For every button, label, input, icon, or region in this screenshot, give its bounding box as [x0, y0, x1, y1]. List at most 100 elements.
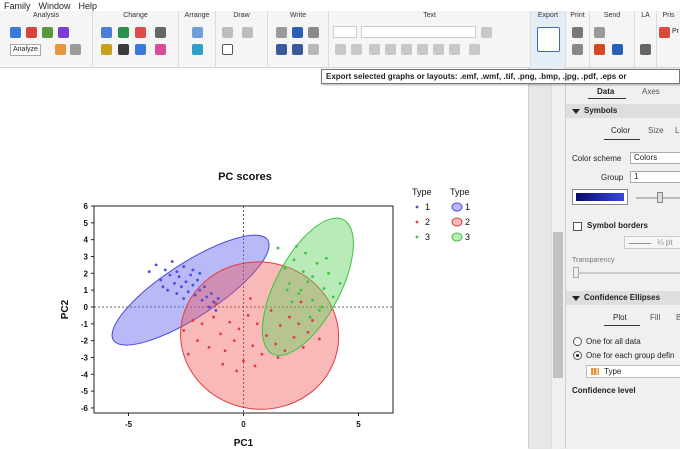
symbol-icon[interactable]: [449, 44, 460, 55]
group-draw-title: Draw: [233, 12, 250, 19]
chart-type-icon[interactable]: [101, 27, 112, 38]
transparency-slider-track[interactable]: [574, 272, 680, 274]
menu-window[interactable]: Window: [35, 1, 75, 11]
data-point-2: [237, 327, 241, 331]
group-send: Send: [590, 11, 635, 68]
tab-axes[interactable]: Axes: [642, 87, 660, 96]
group-export: Export: [531, 11, 566, 68]
scrollbar-thumb[interactable]: [553, 232, 563, 378]
data-point-3: [283, 266, 287, 270]
y-tick-label: -6: [81, 404, 89, 413]
survival-icon[interactable]: [42, 27, 53, 38]
table-icon[interactable]: [55, 44, 66, 55]
layout-icon[interactable]: [135, 44, 146, 55]
group-prism-title: Pris: [662, 12, 675, 19]
font-family-select[interactable]: [361, 26, 476, 38]
edit-data-icon[interactable]: [135, 27, 146, 38]
subtab-more[interactable]: L: [675, 126, 679, 135]
data-point-2: [219, 332, 222, 336]
equation-icon[interactable]: [276, 27, 287, 38]
data-point-3: [315, 261, 319, 265]
shade-slider-thumb[interactable]: [657, 192, 663, 203]
font-smaller-icon[interactable]: [351, 44, 362, 55]
color-swatch-button[interactable]: [572, 189, 628, 205]
regression-icon[interactable]: [26, 27, 37, 38]
magic-icon[interactable]: [101, 44, 112, 55]
font-color-icon[interactable]: [481, 27, 492, 38]
data-point-1: [205, 295, 209, 299]
text-tool-2-icon[interactable]: [292, 44, 303, 55]
color-scheme-icon[interactable]: [155, 44, 166, 55]
subtab-border[interactable]: B: [676, 313, 680, 322]
arrow-icon[interactable]: [242, 27, 253, 38]
radio-one-for-each[interactable]: [573, 351, 582, 360]
data-point-2: [297, 322, 301, 326]
subtab-size[interactable]: Size: [648, 126, 664, 135]
powerpoint-icon[interactable]: [594, 44, 605, 55]
border-width-select[interactable]: ¼ pt: [624, 236, 680, 249]
print-preview-icon[interactable]: [572, 44, 583, 55]
data-point-1: [173, 282, 176, 285]
print-icon[interactable]: [572, 27, 583, 38]
analyze-button[interactable]: Analyze: [10, 44, 41, 56]
bold-icon[interactable]: [369, 44, 380, 55]
cluster-icon[interactable]: [10, 27, 21, 38]
subtab-color[interactable]: Color: [611, 126, 630, 135]
data-point-1: [180, 285, 183, 289]
greek-icon[interactable]: [308, 44, 319, 55]
font-bigger-icon[interactable]: [335, 44, 346, 55]
axis-icon[interactable]: [118, 27, 129, 38]
wand-icon[interactable]: [70, 44, 81, 55]
group-select[interactable]: 1: [630, 171, 680, 183]
prism-icon[interactable]: [659, 27, 670, 38]
data-point-1: [207, 305, 211, 309]
data-point-1: [175, 270, 179, 274]
superscript-icon[interactable]: [417, 44, 428, 55]
tab-data[interactable]: Data: [597, 87, 614, 96]
italic-icon[interactable]: [385, 44, 396, 55]
export-icon[interactable]: [537, 27, 560, 52]
data-point-3: [320, 305, 324, 309]
data-point-2: [223, 349, 227, 353]
confidence-ellipses-header[interactable]: Confidence Ellipses: [566, 291, 680, 305]
symbols-section-header[interactable]: Symbols: [566, 104, 680, 118]
align-text-icon[interactable]: [469, 44, 480, 55]
refresh-icon[interactable]: [155, 27, 166, 38]
subtab-plot[interactable]: Plot: [613, 313, 627, 322]
menu-bar: Family Window Help: [0, 0, 680, 11]
data-point-1: [191, 268, 195, 272]
line-icon[interactable]: [222, 27, 233, 38]
pc-scores-chart[interactable]: PC scores 6 5 4 3 2 1 0 -1 -2 -3 -4 -5 -6 -5 0 5 PC1 PC2 Ty…: [0, 68, 528, 449]
data-point-1: [184, 280, 188, 284]
data-point-3: [292, 258, 296, 262]
word-icon[interactable]: [292, 27, 303, 38]
curve-fit-icon[interactable]: [58, 27, 69, 38]
align-icon[interactable]: [192, 44, 203, 55]
data-point-1: [200, 298, 204, 302]
legend-label-ellipses-1: 1: [465, 202, 470, 212]
menu-help[interactable]: Help: [75, 1, 102, 11]
color-scheme-select[interactable]: Colors: [630, 152, 680, 164]
symbol-borders-checkbox[interactable]: [573, 222, 582, 231]
underline-icon[interactable]: [401, 44, 412, 55]
legend-header-points: Type: [412, 187, 432, 197]
arrange-icon[interactable]: [192, 27, 203, 38]
font-size-select[interactable]: [333, 26, 357, 38]
word-send-icon[interactable]: [612, 44, 623, 55]
text-paste-icon[interactable]: [308, 27, 319, 38]
email-icon[interactable]: [594, 27, 605, 38]
menu-family[interactable]: Family: [0, 1, 35, 11]
transparency-slider-thumb[interactable]: [573, 267, 579, 278]
group-label: Group: [601, 173, 624, 182]
radio-one-for-all[interactable]: [573, 337, 582, 346]
layout-settings-icon[interactable]: [640, 44, 651, 55]
format-axis-icon[interactable]: [118, 44, 129, 55]
legend-label-ellipses-2: 2: [465, 217, 470, 227]
subtab-fill[interactable]: Fill: [650, 313, 660, 322]
graph-canvas[interactable]: PC scores 6 5 4 3 2 1 0 -1 -2 -3 -4 -5 -6 -5 0 5 PC1 PC2 Ty…: [0, 68, 551, 449]
subscript-icon[interactable]: [433, 44, 444, 55]
rectangle-icon[interactable]: [222, 44, 233, 55]
text-tool-icon[interactable]: [276, 44, 287, 55]
group-change: Change: [93, 11, 179, 68]
group-variable-select[interactable]: Type: [586, 365, 680, 378]
